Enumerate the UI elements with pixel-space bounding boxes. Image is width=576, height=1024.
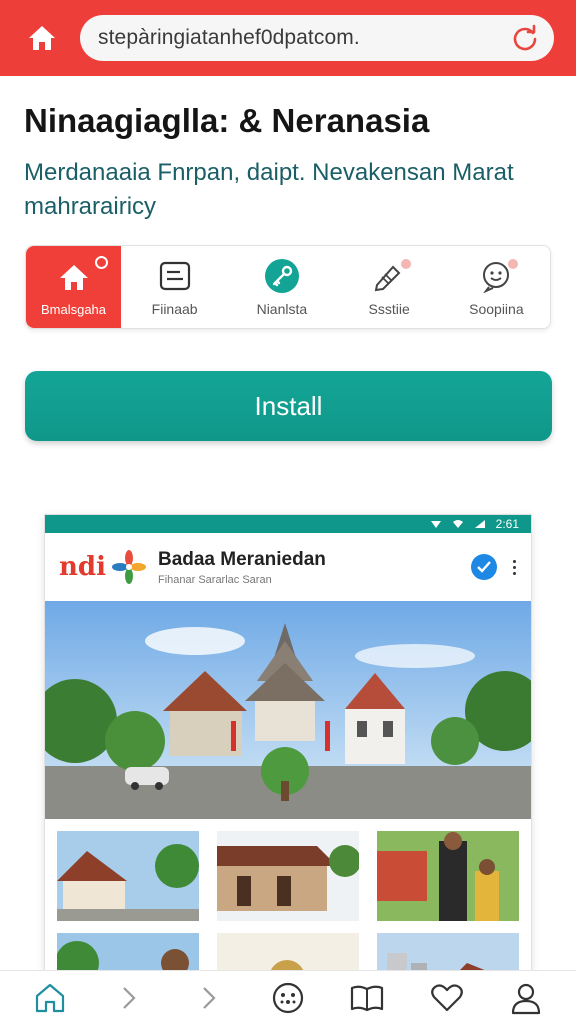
app-name: Badaa Meraniedan [157,548,326,570]
chevron-right-icon [202,986,216,1009]
url-text: stepàringiatanhef0dpatcom. [98,26,360,49]
flower-logo-icon [111,550,146,584]
book-icon [351,985,384,1011]
category-label: Ssstiie [368,301,410,317]
gallery-photo[interactable] [217,831,359,921]
app-screenshot-preview[interactable]: 2:61 ndi Badaa Meraniedan Fihanar Sararl… [44,514,532,974]
category-tab-5[interactable]: Soopiina [443,246,550,328]
nav-home[interactable] [26,976,74,1020]
app-logo: ndi [59,550,146,584]
pencil-tag-icon [369,257,412,295]
nav-favorites[interactable] [423,976,471,1020]
category-tab-2[interactable]: Fiinaab [121,246,228,328]
phone-status-bar: 2:61 [45,515,531,533]
notification-dot [401,259,412,269]
nav-library[interactable] [343,976,391,1020]
category-tab-3[interactable]: Nianlsta [228,246,335,328]
category-tabs: Bmalsgaha Fiinaab Nianlsta Ssstiie Soopi… [25,245,551,329]
browser-toolbar: stepàringiatanhef0dpatcom. [0,0,576,76]
person-icon [512,983,541,1014]
wifi-icon [452,520,463,528]
category-label: Bmalsgaha [40,301,107,317]
page-subtitle: Merdanaaia Fnrpan, daipt. Nevakensan Mar… [24,159,514,220]
chat-face-icon [476,257,519,295]
smiley-icon [272,982,304,1013]
signal-icon [430,521,441,528]
logo-text: ndi [59,552,106,582]
category-tab-4[interactable]: Ssstiie [336,246,443,328]
status-time: 2:61 [495,517,519,531]
photo-grid [45,819,531,973]
nav-explore[interactable] [264,976,312,1020]
home-button[interactable] [22,18,62,58]
reload-button[interactable] [510,23,540,53]
gallery-photo[interactable] [377,933,519,973]
category-tab-1[interactable]: Bmalsgaha [26,246,121,328]
gallery-photo[interactable] [217,933,359,973]
category-label: Nianlsta [256,301,308,317]
home-outline-icon [35,983,64,1012]
bottom-navigation [0,970,576,1024]
chevron-right-icon [123,986,136,1009]
app-header: ndi Badaa Meraniedan Fihanar Sararlac Sa… [45,533,531,601]
key-badge-icon [262,257,302,295]
home-icon [54,255,108,296]
page-title: Ninaagiaglla: & Neranasia [24,102,430,139]
address-bar[interactable]: stepàringiatanhef0dpatcom. [80,15,554,61]
nav-forward-1[interactable] [105,976,153,1020]
reload-icon [513,24,537,51]
card-icon [155,257,195,295]
gallery-photo[interactable] [57,831,199,921]
nav-forward-2[interactable] [185,976,233,1020]
app-subtitle: Fihanar Sararlac Saran [157,573,272,586]
heart-icon [430,983,463,1011]
nav-profile[interactable] [502,976,550,1020]
more-options-icon[interactable] [511,559,517,575]
gallery-photo[interactable] [377,831,519,921]
install-button[interactable]: Install [25,371,552,441]
notification-dot [508,259,519,269]
home-icon [29,26,55,50]
category-label: Soopiina [469,301,524,317]
category-label: Fiinaab [151,301,198,317]
cell-signal-icon [474,520,485,528]
gallery-photo[interactable] [57,933,199,973]
hero-photo [45,601,531,819]
verified-icon [471,554,497,580]
